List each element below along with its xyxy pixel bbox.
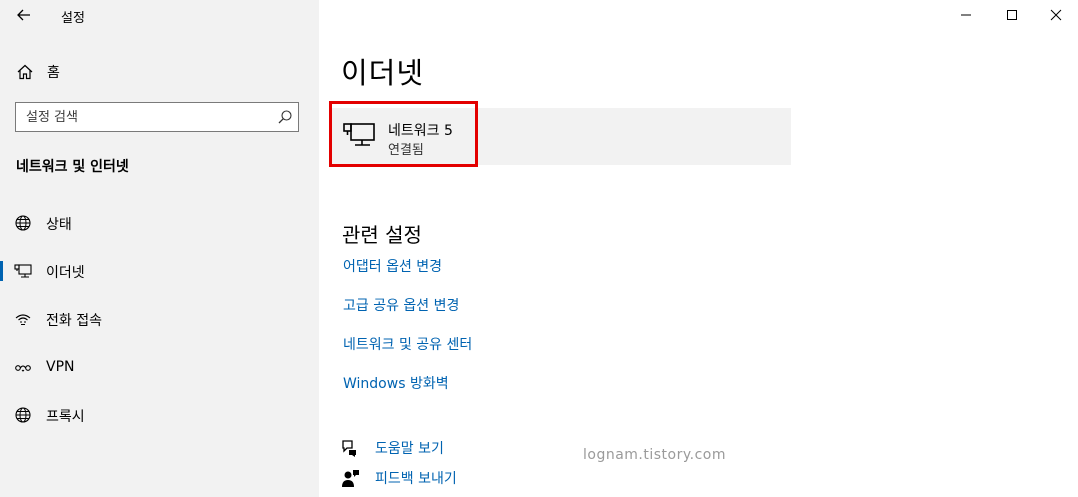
ethernet-icon — [14, 264, 32, 278]
feedback-link[interactable]: 피드백 보내기 — [375, 468, 457, 488]
get-help-link[interactable]: 도움말 보기 — [375, 438, 444, 458]
minimize-icon — [961, 14, 971, 16]
selection-indicator — [0, 261, 3, 281]
search-input[interactable] — [26, 108, 266, 126]
minimize-button[interactable] — [943, 2, 989, 28]
close-icon — [1050, 9, 1062, 21]
home-icon — [17, 64, 33, 80]
ethernet-network-icon — [343, 123, 375, 146]
sidebar-item-dial-up[interactable]: 전화 접속 — [0, 307, 319, 331]
maximize-button[interactable] — [989, 2, 1035, 28]
link-change-adapter-options[interactable]: 어댑터 옵션 변경 — [343, 256, 442, 276]
feedback-person-icon — [342, 470, 359, 487]
vpn-icon — [15, 365, 31, 372]
get-help-item[interactable]: 도움말 보기 — [340, 437, 444, 459]
sidebar-item-label: VPN — [46, 359, 75, 375]
globe-icon — [15, 407, 31, 423]
globe-status-icon — [15, 215, 31, 231]
sidebar-item-proxy[interactable]: 프록시 — [0, 403, 319, 427]
sidebar-item-label: 상태 — [46, 217, 72, 233]
search-icon[interactable] — [277, 109, 293, 125]
watermark: lognam.tistory.com — [583, 447, 727, 463]
link-windows-firewall[interactable]: Windows 방화벽 — [343, 373, 449, 393]
help-chat-icon — [342, 440, 356, 457]
app-title: 설정 — [61, 11, 85, 26]
section-title: 네트워크 및 인터넷 — [16, 159, 129, 175]
link-network-sharing-center[interactable]: 네트워크 및 공유 센터 — [343, 334, 472, 354]
sidebar: 설정 홈 네트워크 및 인터넷 상태 이더넷 — [0, 0, 319, 497]
close-button[interactable] — [1033, 2, 1078, 28]
related-settings-title: 관련 설정 — [342, 223, 422, 247]
dial-up-icon — [15, 314, 31, 326]
network-status: 연결됨 — [388, 143, 424, 158]
network-card[interactable]: 네트워크 5 연결됨 — [330, 108, 791, 165]
sidebar-item-status[interactable]: 상태 — [0, 211, 319, 235]
network-name: 네트워크 5 — [388, 123, 453, 139]
link-advanced-sharing-options[interactable]: 고급 공유 옵션 변경 — [343, 295, 459, 315]
sidebar-item-label: 이더넷 — [46, 265, 85, 281]
home-label: 홈 — [47, 65, 60, 81]
sidebar-item-label: 전화 접속 — [46, 313, 102, 329]
sidebar-item-label: 프록시 — [46, 409, 85, 425]
page-title: 이더넷 — [341, 56, 425, 90]
maximize-icon — [1007, 10, 1017, 20]
feedback-item[interactable]: 피드백 보내기 — [340, 467, 457, 489]
sidebar-item-home[interactable]: 홈 — [16, 61, 60, 83]
sidebar-item-ethernet[interactable]: 이더넷 — [0, 259, 319, 283]
search-box[interactable] — [15, 102, 299, 132]
back-arrow-icon — [17, 9, 30, 21]
sidebar-item-vpn[interactable]: VPN — [0, 356, 319, 380]
back-button[interactable] — [14, 5, 34, 25]
